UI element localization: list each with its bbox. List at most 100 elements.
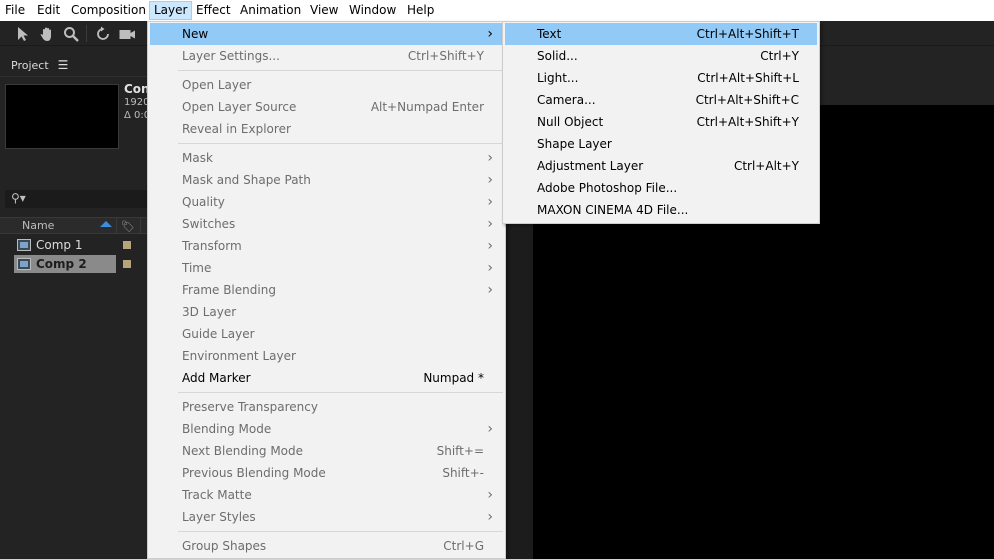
column-divider[interactable] bbox=[140, 218, 141, 233]
menu-item-next-blending-mode[interactable]: Next Blending Mode Shift+= bbox=[150, 440, 503, 462]
project-list-header: Name 🏷 bbox=[0, 217, 148, 234]
new-submenu: Text Ctrl+Alt+Shift+T Solid... Ctrl+Y Light.… bbox=[502, 21, 820, 224]
menu-help[interactable]: Help bbox=[403, 1, 438, 20]
menu-item-quality[interactable]: Quality › bbox=[150, 191, 503, 213]
menu-item-shortcut: Alt+Numpad Enter bbox=[370, 100, 484, 114]
menu-item-add-marker[interactable]: Add Marker Numpad * bbox=[150, 367, 503, 389]
menu-item-time[interactable]: Time › bbox=[150, 257, 503, 279]
menu-item-new[interactable]: New › bbox=[150, 23, 503, 45]
layer-menu: New › Layer Settings... Ctrl+Shift+Y Open La… bbox=[147, 21, 506, 559]
submenu-arrow-icon: › bbox=[487, 421, 493, 437]
menu-item-track-matte[interactable]: Track Matte › bbox=[150, 484, 503, 506]
column-name[interactable]: Name bbox=[22, 218, 54, 233]
menu-item-label: Add Marker bbox=[182, 371, 251, 385]
menu-item-shortcut: Ctrl+Shift+Y bbox=[407, 49, 484, 63]
new-item-adobe-photoshop-file[interactable]: Adobe Photoshop File... bbox=[505, 177, 817, 199]
menu-item-label: MAXON CINEMA 4D File... bbox=[537, 203, 689, 217]
menu-item-group-shapes[interactable]: Group Shapes Ctrl+G bbox=[150, 535, 503, 557]
menu-separator bbox=[178, 531, 503, 532]
menu-item-shortcut: Ctrl+Alt+Shift+Y bbox=[696, 115, 799, 129]
label-color-swatch[interactable] bbox=[123, 260, 131, 268]
new-item-shape-layer[interactable]: Shape Layer bbox=[505, 133, 817, 155]
menu-item-open-layer-source[interactable]: Open Layer Source Alt+Numpad Enter bbox=[150, 96, 503, 118]
menu-item-shortcut: Ctrl+Alt+Shift+L bbox=[697, 71, 799, 85]
menu-item-label: Light... bbox=[537, 71, 579, 85]
menu-item-label: Null Object bbox=[537, 115, 604, 129]
menu-item-blending-mode[interactable]: Blending Mode › bbox=[150, 418, 503, 440]
new-item-solid[interactable]: Solid... Ctrl+Y bbox=[505, 45, 817, 67]
column-divider[interactable] bbox=[116, 218, 117, 233]
menu-item-environment-layer[interactable]: Environment Layer bbox=[150, 345, 503, 367]
menu-item-label: Quality bbox=[182, 195, 225, 209]
menu-item-transform[interactable]: Transform › bbox=[150, 235, 503, 257]
menu-item-label: Reveal in Explorer bbox=[182, 122, 291, 136]
menu-item-label: Text bbox=[537, 27, 562, 41]
new-item-adjustment-layer[interactable]: Adjustment Layer Ctrl+Alt+Y bbox=[505, 155, 817, 177]
label-tag-icon[interactable]: 🏷 bbox=[121, 219, 135, 234]
submenu-arrow-icon: › bbox=[487, 216, 493, 232]
selection-tool-icon[interactable] bbox=[14, 25, 32, 43]
menu-bar: File Edit Composition Layer Effect Anima… bbox=[0, 0, 994, 21]
new-item-maxon-cinema-4d-file[interactable]: MAXON CINEMA 4D File... bbox=[505, 199, 817, 221]
menu-item-reveal-in-explorer[interactable]: Reveal in Explorer bbox=[150, 118, 503, 140]
new-item-null-object[interactable]: Null Object Ctrl+Alt+Shift+Y bbox=[505, 111, 817, 133]
menu-item-shortcut: Ctrl+Alt+Y bbox=[733, 159, 799, 173]
menu-item-label: Group Shapes bbox=[182, 539, 267, 553]
menu-item-label: Mask and Shape Path bbox=[182, 173, 311, 187]
new-item-camera[interactable]: Camera... Ctrl+Alt+Shift+C bbox=[505, 89, 817, 111]
menu-item-shortcut: Ctrl+G bbox=[443, 539, 484, 553]
menu-item-preserve-transparency[interactable]: Preserve Transparency bbox=[150, 396, 503, 418]
menu-edit[interactable]: Edit bbox=[33, 1, 64, 20]
submenu-arrow-icon: › bbox=[487, 194, 493, 210]
menu-item-label: Switches bbox=[182, 217, 236, 231]
menu-item-label: Shape Layer bbox=[537, 137, 612, 151]
project-item-comp-2[interactable]: Comp 2 bbox=[0, 255, 148, 273]
sort-ascending-icon[interactable] bbox=[100, 221, 112, 227]
menu-item-label: Adjustment Layer bbox=[537, 159, 644, 173]
search-icon: ⚲▾ bbox=[11, 191, 26, 205]
menu-window[interactable]: Window bbox=[345, 1, 400, 20]
new-item-text[interactable]: Text Ctrl+Alt+Shift+T bbox=[505, 23, 817, 45]
menu-item-switches[interactable]: Switches › bbox=[150, 213, 503, 235]
zoom-tool-icon[interactable] bbox=[62, 25, 80, 43]
camera-tool-icon[interactable] bbox=[118, 25, 136, 43]
menu-item-shortcut: Shift+- bbox=[442, 466, 484, 480]
menu-item-open-layer[interactable]: Open Layer bbox=[150, 74, 503, 96]
project-tab[interactable]: Project ☰ bbox=[0, 55, 68, 75]
menu-separator bbox=[178, 143, 503, 144]
hand-tool-icon[interactable] bbox=[38, 25, 56, 43]
menu-composition[interactable]: Composition bbox=[67, 1, 150, 20]
menu-item-label: Environment Layer bbox=[182, 349, 296, 363]
project-item-comp-1[interactable]: Comp 1 bbox=[0, 236, 148, 254]
menu-file[interactable]: File bbox=[1, 1, 29, 20]
menu-item-guide-layer[interactable]: Guide Layer bbox=[150, 323, 503, 345]
menu-item-shortcut: Numpad * bbox=[423, 371, 484, 385]
menu-effect[interactable]: Effect bbox=[192, 1, 235, 20]
menu-layer[interactable]: Layer bbox=[149, 1, 193, 20]
project-search-input[interactable]: ⚲▾ bbox=[5, 190, 148, 208]
menu-item-frame-blending[interactable]: Frame Blending › bbox=[150, 279, 503, 301]
submenu-arrow-icon: › bbox=[487, 26, 493, 42]
menu-animation[interactable]: Animation bbox=[236, 1, 305, 20]
menu-item-layer-styles[interactable]: Layer Styles › bbox=[150, 506, 503, 528]
menu-item-previous-blending-mode[interactable]: Previous Blending Mode Shift+- bbox=[150, 462, 503, 484]
label-color-swatch[interactable] bbox=[123, 241, 131, 249]
menu-item-layer-settings[interactable]: Layer Settings... Ctrl+Shift+Y bbox=[150, 45, 503, 67]
menu-item-3d-layer[interactable]: 3D Layer bbox=[150, 301, 503, 323]
composition-icon bbox=[17, 258, 31, 270]
menu-item-label: Solid... bbox=[537, 49, 578, 63]
project-item-name: Comp 1 bbox=[36, 238, 83, 252]
menu-item-mask[interactable]: Mask › bbox=[150, 147, 503, 169]
menu-item-shortcut: Shift+= bbox=[436, 444, 484, 458]
menu-item-label: Transform bbox=[182, 239, 242, 253]
menu-item-mask-and-shape-path[interactable]: Mask and Shape Path › bbox=[150, 169, 503, 191]
submenu-arrow-icon: › bbox=[487, 260, 493, 276]
new-item-light[interactable]: Light... Ctrl+Alt+Shift+L bbox=[505, 67, 817, 89]
menu-view[interactable]: View bbox=[306, 1, 342, 20]
submenu-arrow-icon: › bbox=[487, 282, 493, 298]
menu-item-label: Frame Blending bbox=[182, 283, 276, 297]
menu-item-label: Guide Layer bbox=[182, 327, 255, 341]
rotate-tool-icon[interactable] bbox=[94, 25, 112, 43]
project-item-name: Comp 2 bbox=[36, 257, 87, 271]
panel-menu-icon[interactable]: ☰ bbox=[58, 58, 69, 72]
